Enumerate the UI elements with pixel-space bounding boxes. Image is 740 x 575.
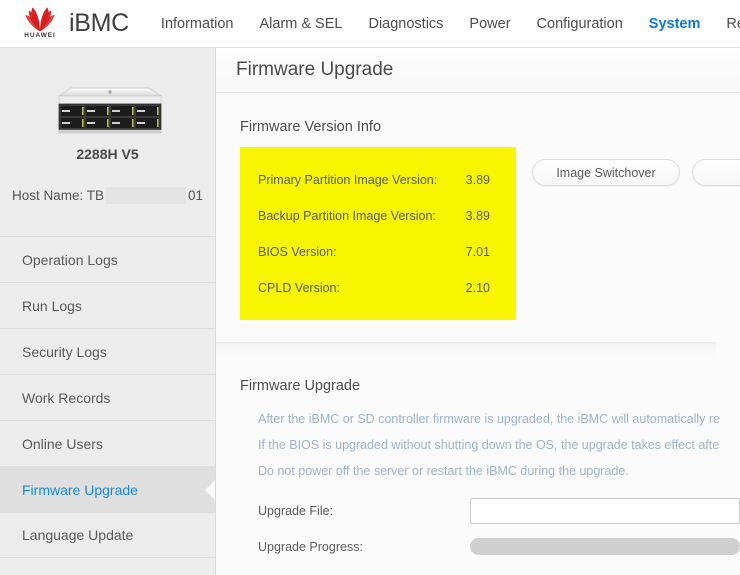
product-name: iBMC [69,9,129,37]
sidebar-item-label: Run Logs [22,297,82,314]
sidebar-item-label: Work Records [22,389,111,406]
sidebar-item-online-users[interactable]: Online Users [0,420,215,466]
version-area: Primary Partition Image Version: 3.89 Ba… [240,147,740,320]
bios-version-label: BIOS Version: [258,245,337,259]
sidebar-item-label: Language Update [22,527,134,543]
host-name-redaction [106,186,186,204]
sidebar-item-run-logs[interactable]: Run Logs [0,282,215,328]
backup-partition-image-version-label: Backup Partition Image Version: [258,209,436,223]
sidebar-item-label: Firmware Upgrade [22,481,138,498]
nav-item-power[interactable]: Power [469,16,510,32]
upgrade-description-line-3: Do not power off the server or restart t… [258,464,629,478]
firmware-version-info-heading: Firmware Version Info [240,119,382,135]
firmware-version-info-panel: Firmware Version Info Primary Partition … [216,93,740,320]
page-title-bar: Firmware Upgrade [216,48,740,93]
page-title: Firmware Upgrade [236,59,394,80]
sidebar-item-label: Security Logs [22,343,107,360]
nav-item-remote-control[interactable]: Remot [726,16,740,32]
image-switchover-button[interactable]: Image Switchover [532,159,680,186]
nav-item-diagnostics[interactable]: Diagnostics [368,16,443,32]
section-divider [216,342,716,364]
sidebar: 2288H V5 Host Name: TB 01 Operation Logs… [0,48,216,575]
sidebar-item-operation-logs[interactable]: Operation Logs [0,236,215,282]
host-name-suffix: 01 [187,187,203,203]
table-row: Backup Partition Image Version: 3.89 [240,198,516,234]
upgrade-progress-row: Upgrade Progress: [258,538,740,555]
main-content: Firmware Upgrade Firmware Version Info P… [216,48,740,575]
table-row: CPLD Version: 2.10 [240,270,516,306]
server-model-name: 2288H V5 [76,146,139,162]
upgrade-file-label: Upgrade File: [258,504,334,518]
backup-partition-image-version-value: 3.89 [465,209,490,223]
firmware-version-table: Primary Partition Image Version: 3.89 Ba… [240,147,516,320]
nav-item-information[interactable]: Information [161,16,234,32]
upgrade-progress-bar [470,538,740,555]
nav-items: Information Alarm & SEL Diagnostics Powe… [161,16,740,32]
brand-logo[interactable]: HUAWEI iBMC [0,7,129,41]
sidebar-item-language-update[interactable]: Language Update [0,512,215,558]
primary-partition-image-version-label: Primary Partition Image Version: [258,173,438,187]
rack-server-icon [49,82,167,138]
nav-item-alarm-sel[interactable]: Alarm & SEL [259,16,342,32]
primary-partition-image-version-value: 3.89 [465,173,490,187]
huawei-petal-logo-icon: HUAWEI [18,7,62,41]
table-row: BIOS Version: 7.01 [240,234,516,270]
upgrade-progress-label: Upgrade Progress: [258,539,363,554]
version-action-buttons: Image Switchover Rest [516,147,740,186]
nav-item-configuration[interactable]: Configuration [537,16,623,32]
sidebar-item-label: Operation Logs [22,251,118,268]
sidebar-menu: Operation Logs Run Logs Security Logs Wo… [0,236,215,558]
sidebar-item-label: Online Users [22,435,103,452]
upgrade-description-line-1: After the iBMC or SD controller firmware… [258,412,720,426]
huawei-wordmark: HUAWEI [24,31,56,39]
upgrade-file-row: Upgrade File: [258,498,740,524]
upgrade-description-line-2: If the BIOS is upgraded without shutting… [258,438,720,452]
top-navigation-bar: HUAWEI iBMC Information Alarm & SEL Diag… [0,0,740,48]
restore-button[interactable]: Rest [692,159,740,186]
bios-version-value: 7.01 [465,245,490,259]
table-row: Primary Partition Image Version: 3.89 [240,162,516,198]
host-name-label: Host Name: TB [12,187,105,203]
cpld-version-label: CPLD Version: [258,281,340,295]
ibmc-page: HUAWEI iBMC Information Alarm & SEL Diag… [0,0,740,575]
sidebar-item-security-logs[interactable]: Security Logs [0,328,215,374]
firmware-upgrade-panel: Firmware Upgrade After the iBMC or SD co… [216,364,740,555]
sidebar-item-firmware-upgrade[interactable]: Firmware Upgrade [0,466,215,512]
nav-item-system[interactable]: System [649,16,701,32]
sidebar-item-work-records[interactable]: Work Records [0,374,215,420]
active-item-notch-icon [205,478,215,501]
firmware-upgrade-heading: Firmware Upgrade [240,378,361,394]
host-name-row: Host Name: TB 01 [0,184,215,206]
cpld-version-value: 2.10 [465,281,490,295]
upgrade-file-input[interactable] [470,498,740,524]
